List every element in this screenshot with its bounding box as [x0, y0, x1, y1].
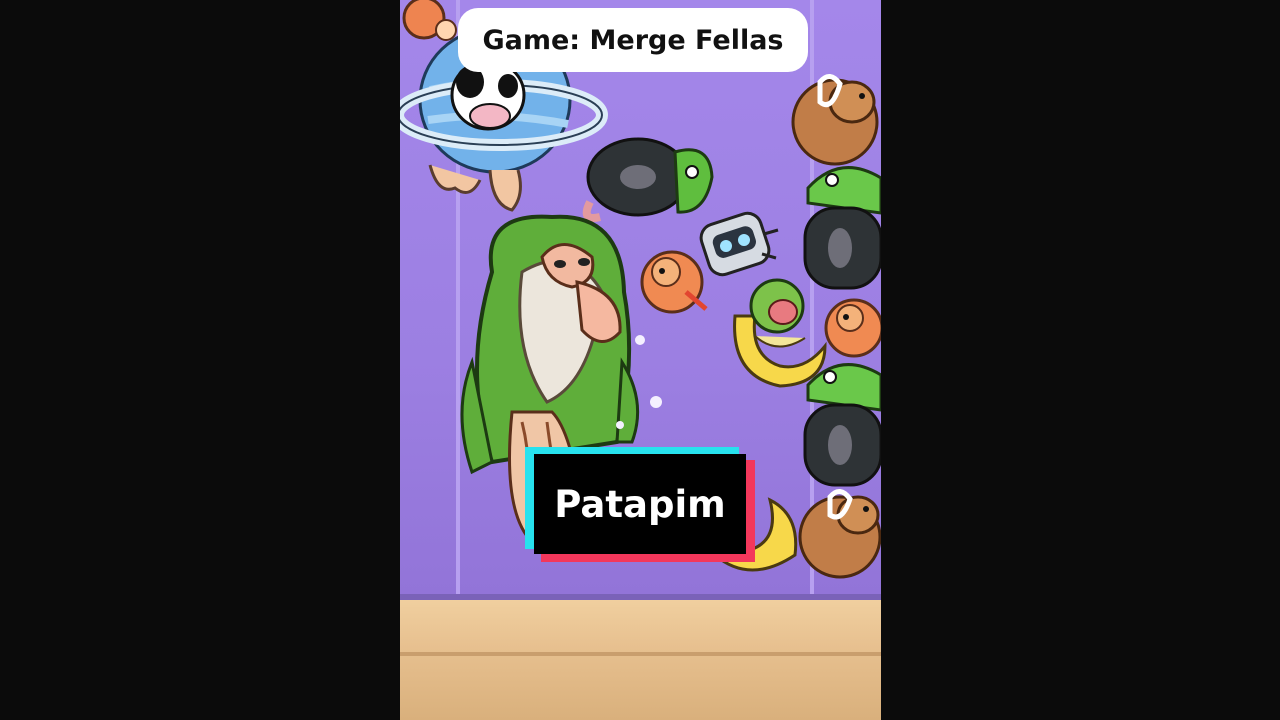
caption-text: Patapim — [534, 454, 746, 554]
caption-box: Patapim — [525, 447, 755, 562]
capybara-character[interactable] — [790, 72, 881, 167]
banana-monkey-character[interactable] — [725, 276, 830, 391]
orange-fella-character[interactable] — [400, 0, 460, 45]
wooden-floor — [400, 600, 881, 720]
tire-frog-character[interactable] — [800, 158, 881, 293]
bubbles — [616, 335, 662, 429]
game-title-label: Game: Merge Fellas — [458, 8, 808, 72]
robot-bug-character[interactable] — [692, 204, 780, 284]
floor-seam — [400, 652, 881, 656]
capybara-character[interactable] — [798, 485, 881, 580]
game-viewport — [400, 0, 881, 720]
